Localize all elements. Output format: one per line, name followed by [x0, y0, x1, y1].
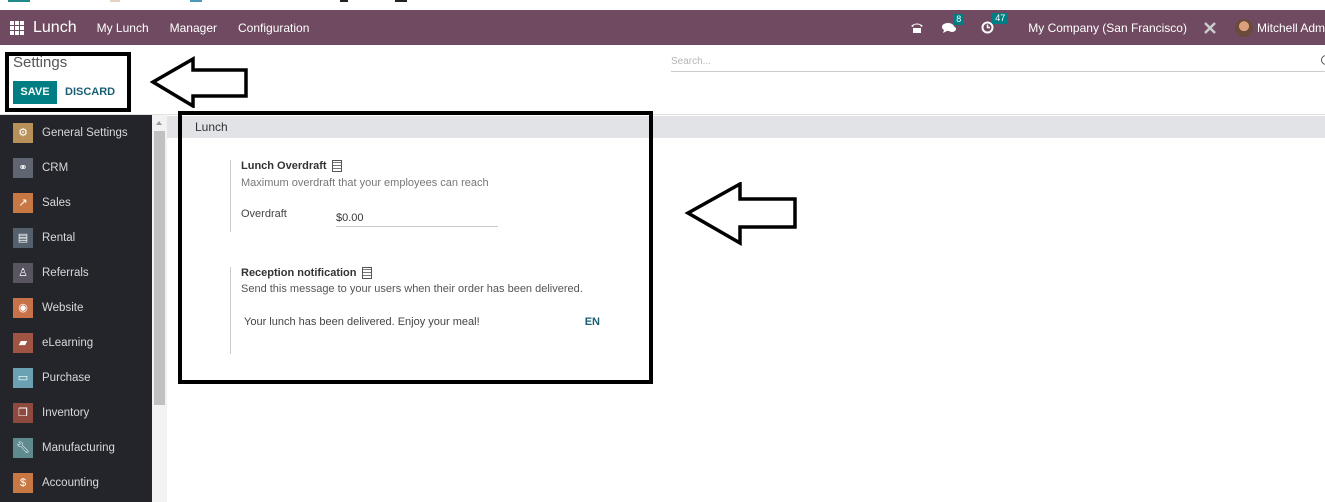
sidebar-item-crm[interactable]: ⚭ CRM	[0, 150, 152, 185]
sidebar-item-referrals[interactable]: ♙ Referrals	[0, 255, 152, 290]
messages-count-badge: 8	[953, 13, 965, 25]
chart-icon: ↗	[13, 192, 33, 213]
activities-button[interactable]: 47	[981, 13, 1009, 34]
annotation-box-header	[5, 52, 131, 112]
browser-top-strip	[0, 0, 1325, 10]
annotation-arrow-right-icon	[684, 182, 797, 246]
company-switcher[interactable]: My Company (San Francisco)	[1028, 21, 1187, 35]
invoice-icon: $	[13, 472, 33, 493]
search-bar	[671, 52, 1325, 72]
scroll-up-arrow-icon[interactable]	[156, 121, 162, 125]
sidebar-item-manufacturing[interactable]: 🔧︎ Manufacturing	[0, 430, 152, 465]
sidebar-item-elearning[interactable]: ▰ eLearning	[0, 325, 152, 360]
menu-configuration[interactable]: Configuration	[238, 21, 309, 35]
handshake-icon: ⚭	[13, 157, 33, 178]
activities-count-badge: 47	[992, 13, 1009, 24]
user-name: Mitchell Adm	[1256, 20, 1325, 35]
user-menu[interactable]: Mitchell Adm	[1234, 18, 1325, 37]
referrals-icon: ♙	[13, 262, 33, 283]
sidebar-item-rental[interactable]: ▤ Rental	[0, 220, 152, 255]
avatar	[1234, 18, 1253, 37]
apps-menu-icon[interactable]	[10, 20, 24, 35]
phone-icon[interactable]	[910, 22, 924, 34]
annotation-arrow-left-icon	[150, 56, 248, 108]
app-title[interactable]: Lunch	[33, 19, 77, 37]
top-navbar: Lunch My Lunch Manager Configuration 8 4…	[0, 10, 1325, 45]
menu-manager[interactable]: Manager	[170, 21, 217, 35]
wrench-icon: 🔧︎	[13, 437, 33, 458]
globe-icon: ◉	[13, 297, 33, 318]
search-icon[interactable]	[1321, 55, 1325, 65]
gear-icon: ⚙	[13, 122, 33, 143]
debug-tools-icon[interactable]	[1203, 21, 1217, 35]
rental-icon: ▤	[13, 227, 33, 248]
messages-button[interactable]: 8	[942, 13, 965, 34]
sidebar-item-sales[interactable]: ↗ Sales	[0, 185, 152, 220]
credit-card-icon: ▭	[13, 367, 33, 388]
box-icon: ❒	[13, 402, 33, 423]
search-input[interactable]	[671, 52, 1325, 71]
settings-sidebar: ⚙ General Settings ⚭ CRM ↗ Sales ▤ Renta…	[0, 115, 152, 502]
menu-my-lunch[interactable]: My Lunch	[97, 21, 149, 35]
sidebar-item-inventory[interactable]: ❒ Inventory	[0, 395, 152, 430]
elearning-icon: ▰	[13, 332, 33, 353]
annotation-box-lunch-section	[178, 111, 653, 384]
sidebar-scrollbar[interactable]	[152, 115, 167, 502]
scrollbar-thumb[interactable]	[154, 131, 165, 405]
sidebar-item-general-settings[interactable]: ⚙ General Settings	[0, 115, 152, 150]
sidebar-item-website[interactable]: ◉ Website	[0, 290, 152, 325]
sidebar-item-accounting[interactable]: $ Accounting	[0, 465, 152, 500]
sidebar-item-purchase[interactable]: ▭ Purchase	[0, 360, 152, 395]
